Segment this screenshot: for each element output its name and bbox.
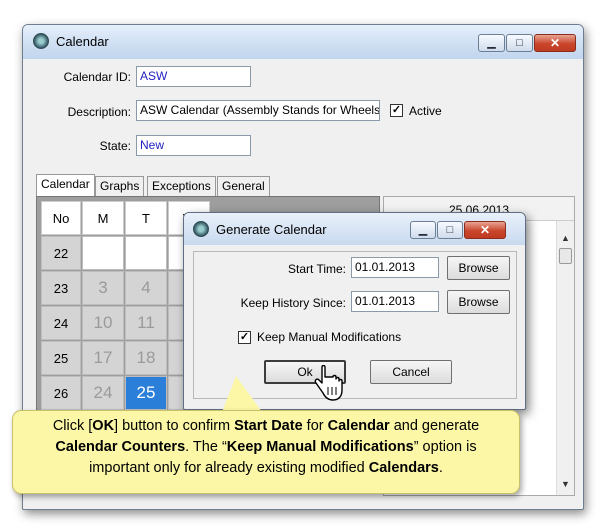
week-number: 23 <box>41 271 81 305</box>
day-cell[interactable]: 3 <box>82 271 124 305</box>
day-cell[interactable] <box>82 236 124 270</box>
dialog-minimize-button[interactable]: ▁ <box>410 221 436 239</box>
title-bar: Calendar ▁ □ ✕ <box>23 25 583 59</box>
start-time-label: Start Time: <box>287 262 346 276</box>
description-field[interactable]: ASW Calendar (Assembly Stands for Wheels… <box>136 100 380 121</box>
week-number: 26 <box>41 376 81 410</box>
browse-history-button[interactable]: Browse <box>447 290 510 314</box>
start-time-field[interactable]: 01.01.2013 <box>351 257 439 278</box>
help-callout: Click [OK] button to confirm Start Date … <box>12 410 520 494</box>
day-cell[interactable]: 4 <box>125 271 167 305</box>
maximize-button[interactable]: □ <box>506 34 533 52</box>
day-cell[interactable]: 18 <box>125 341 167 375</box>
scroll-thumb[interactable] <box>559 248 572 264</box>
description-label: Description: <box>67 105 131 119</box>
calendar-id-label: Calendar ID: <box>63 70 131 84</box>
tab-exceptions[interactable]: Exceptions <box>147 176 216 196</box>
callout-text: . <box>438 460 443 476</box>
cancel-button[interactable]: Cancel <box>370 360 452 384</box>
callout-bold: Start Date <box>234 418 303 434</box>
vertical-scrollbar[interactable]: ▲ ▼ <box>556 221 574 495</box>
grid-header-no: No <box>41 201 81 235</box>
grid-header-mon: M <box>82 201 124 235</box>
callout-bold: Calendar <box>327 418 390 434</box>
callout-bold: Calendar Counters <box>55 439 186 455</box>
callout-bold: Keep Manual Modifications <box>226 439 414 455</box>
week-number: 24 <box>41 306 81 340</box>
day-cell[interactable] <box>125 236 167 270</box>
day-cell[interactable]: 24 <box>82 376 124 410</box>
keep-manual-label: Keep Manual Modifications <box>257 330 402 344</box>
state-field[interactable]: New <box>136 135 251 156</box>
callout-bold: OK <box>92 418 115 434</box>
minimize-button[interactable]: ▁ <box>478 34 505 52</box>
callout-text: for <box>302 418 328 434</box>
browse-start-button[interactable]: Browse <box>447 256 510 280</box>
day-cell[interactable]: 17 <box>82 341 124 375</box>
callout-text: ] button to confirm <box>114 418 235 434</box>
keep-history-field[interactable]: 01.01.2013 <box>351 291 439 312</box>
day-cell[interactable]: 11 <box>125 306 167 340</box>
dialog-maximize-button[interactable]: □ <box>437 221 463 239</box>
callout-text: and generate <box>389 418 480 434</box>
scroll-down-icon[interactable]: ▼ <box>561 479 570 489</box>
tooltip-tail <box>222 376 262 412</box>
dialog-close-button[interactable]: ✕ <box>464 221 506 239</box>
day-cell-selected[interactable]: 25 <box>125 376 167 410</box>
week-number: 22 <box>41 236 81 270</box>
tab-calendar[interactable]: Calendar <box>36 174 95 196</box>
callout-text: Click [ <box>52 418 93 434</box>
tab-general[interactable]: General <box>217 176 270 196</box>
grid-header-tue: T <box>125 201 167 235</box>
tab-graphs[interactable]: Graphs <box>95 176 145 196</box>
close-button[interactable]: ✕ <box>534 34 576 52</box>
callout-text: important only for already existing modi… <box>89 460 369 476</box>
dialog-title: Generate Calendar <box>216 222 327 237</box>
callout-bold: Calendars <box>368 460 439 476</box>
hand-cursor-icon <box>314 365 343 401</box>
dialog-app-icon <box>193 221 209 237</box>
keep-manual-checkbox[interactable]: ✓ <box>238 331 251 344</box>
keep-history-label: Keep History Since: <box>240 296 346 310</box>
day-cell[interactable]: 10 <box>82 306 124 340</box>
callout-text: . The “ <box>185 439 227 455</box>
dialog-title-bar: Generate Calendar ▁ □ ✕ <box>184 213 525 245</box>
scroll-up-icon[interactable]: ▲ <box>561 233 570 243</box>
state-label: State: <box>99 139 131 153</box>
callout-text: ” option is <box>413 439 477 455</box>
window-title: Calendar <box>56 34 109 49</box>
app-icon <box>33 33 49 49</box>
active-checkbox[interactable]: ✓ <box>390 104 403 117</box>
calendar-id-field[interactable]: ASW <box>136 66 251 87</box>
active-label: Active <box>409 104 442 118</box>
week-number: 25 <box>41 341 81 375</box>
